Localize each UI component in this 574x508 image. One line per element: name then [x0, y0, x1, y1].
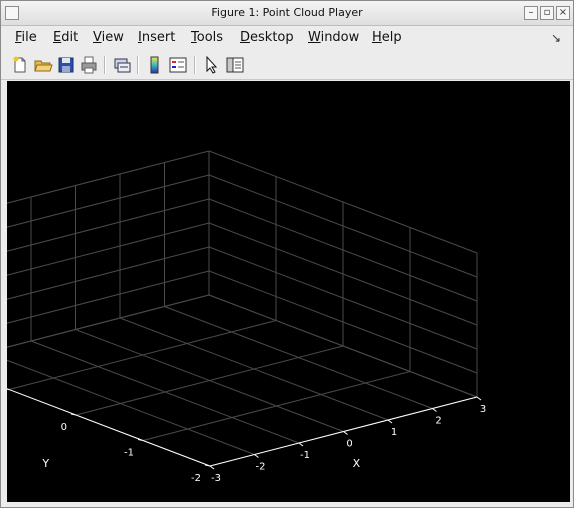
toolbar-separator [194, 56, 196, 74]
x-tick-label: -1 [300, 450, 310, 461]
menu-insert[interactable]: Insert [138, 30, 175, 45]
x-tick-label: 0 [346, 439, 352, 450]
grid-line [142, 371, 411, 441]
menu-edit[interactable]: Edit [53, 30, 78, 45]
grid-line [0, 150, 210, 206]
x-tick [298, 442, 304, 447]
grid-line [0, 246, 210, 302]
x-tick [343, 431, 348, 435]
open-file-icon[interactable] [33, 55, 53, 75]
x-tick-label: -2 [256, 462, 266, 473]
menu-help[interactable]: Help [372, 30, 402, 45]
link-plot-icon[interactable] [112, 55, 132, 75]
y-tick [70, 413, 77, 416]
toolbar-separator [137, 56, 139, 74]
menu-overflow-icon[interactable]: ↘ [551, 31, 561, 45]
close-button[interactable]: × [556, 6, 570, 20]
toolbar [1, 51, 573, 80]
x-tick [432, 408, 437, 412]
grid-line [8, 320, 277, 390]
grid-line [0, 385, 211, 467]
grid-line [0, 294, 210, 350]
y-axis-line [0, 385, 211, 467]
figure-canvas[interactable]: -3-2-10123210-1-200.511.522.53XYZ [0, 81, 570, 502]
y-tick [137, 439, 144, 441]
grid-line [0, 270, 210, 326]
grid-line [0, 222, 210, 278]
y-tick-label: 0 [61, 422, 67, 433]
x-tick-label: 1 [391, 427, 397, 438]
x-tick-label: 2 [435, 416, 441, 427]
menu-desktop[interactable]: Desktop [240, 30, 294, 45]
menu-window[interactable]: Window [308, 30, 359, 45]
print-icon[interactable] [79, 55, 99, 75]
x-tick [254, 454, 259, 458]
menu-tools[interactable]: Tools [191, 30, 223, 45]
figure-window: Figure 1: Point Cloud Player – ▫ × File … [0, 0, 574, 508]
menu-view[interactable]: View [93, 30, 124, 45]
y-tick-label: -1 [124, 448, 134, 459]
title-bar[interactable]: Figure 1: Point Cloud Player – ▫ × [1, 1, 573, 26]
grid-line [0, 357, 255, 455]
x-tick-label: 3 [480, 404, 486, 415]
x-tick-label: -3 [211, 473, 221, 484]
grid-line [0, 174, 210, 230]
axes-3d[interactable]: -3-2-10123210-1-200.511.522.53XYZ [0, 81, 570, 502]
minimize-button[interactable]: – [524, 6, 538, 20]
pointer-icon[interactable] [202, 55, 222, 75]
grid-line [75, 345, 344, 416]
window-title: Figure 1: Point Cloud Player [211, 6, 363, 19]
save-icon[interactable] [56, 55, 76, 75]
legend-icon[interactable] [168, 55, 188, 75]
x-tick [476, 396, 482, 401]
menu-bar: File Edit View Insert Tools Desktop Wind… [1, 26, 573, 50]
colorbar-icon[interactable] [145, 55, 165, 75]
x-tick [387, 419, 393, 424]
maximize-button[interactable]: ▫ [540, 6, 554, 20]
x-tick [209, 465, 215, 470]
y-axis-label: Y [41, 457, 49, 470]
property-editor-icon[interactable] [225, 55, 245, 75]
y-tick [204, 464, 211, 467]
menu-file[interactable]: File [15, 30, 37, 45]
x-axis-label: X [353, 457, 361, 470]
toolbar-separator [104, 56, 106, 74]
y-tick-label: -2 [191, 473, 201, 484]
grid-line [0, 294, 210, 350]
grid-line [0, 198, 210, 254]
new-figure-icon[interactable] [10, 55, 30, 75]
